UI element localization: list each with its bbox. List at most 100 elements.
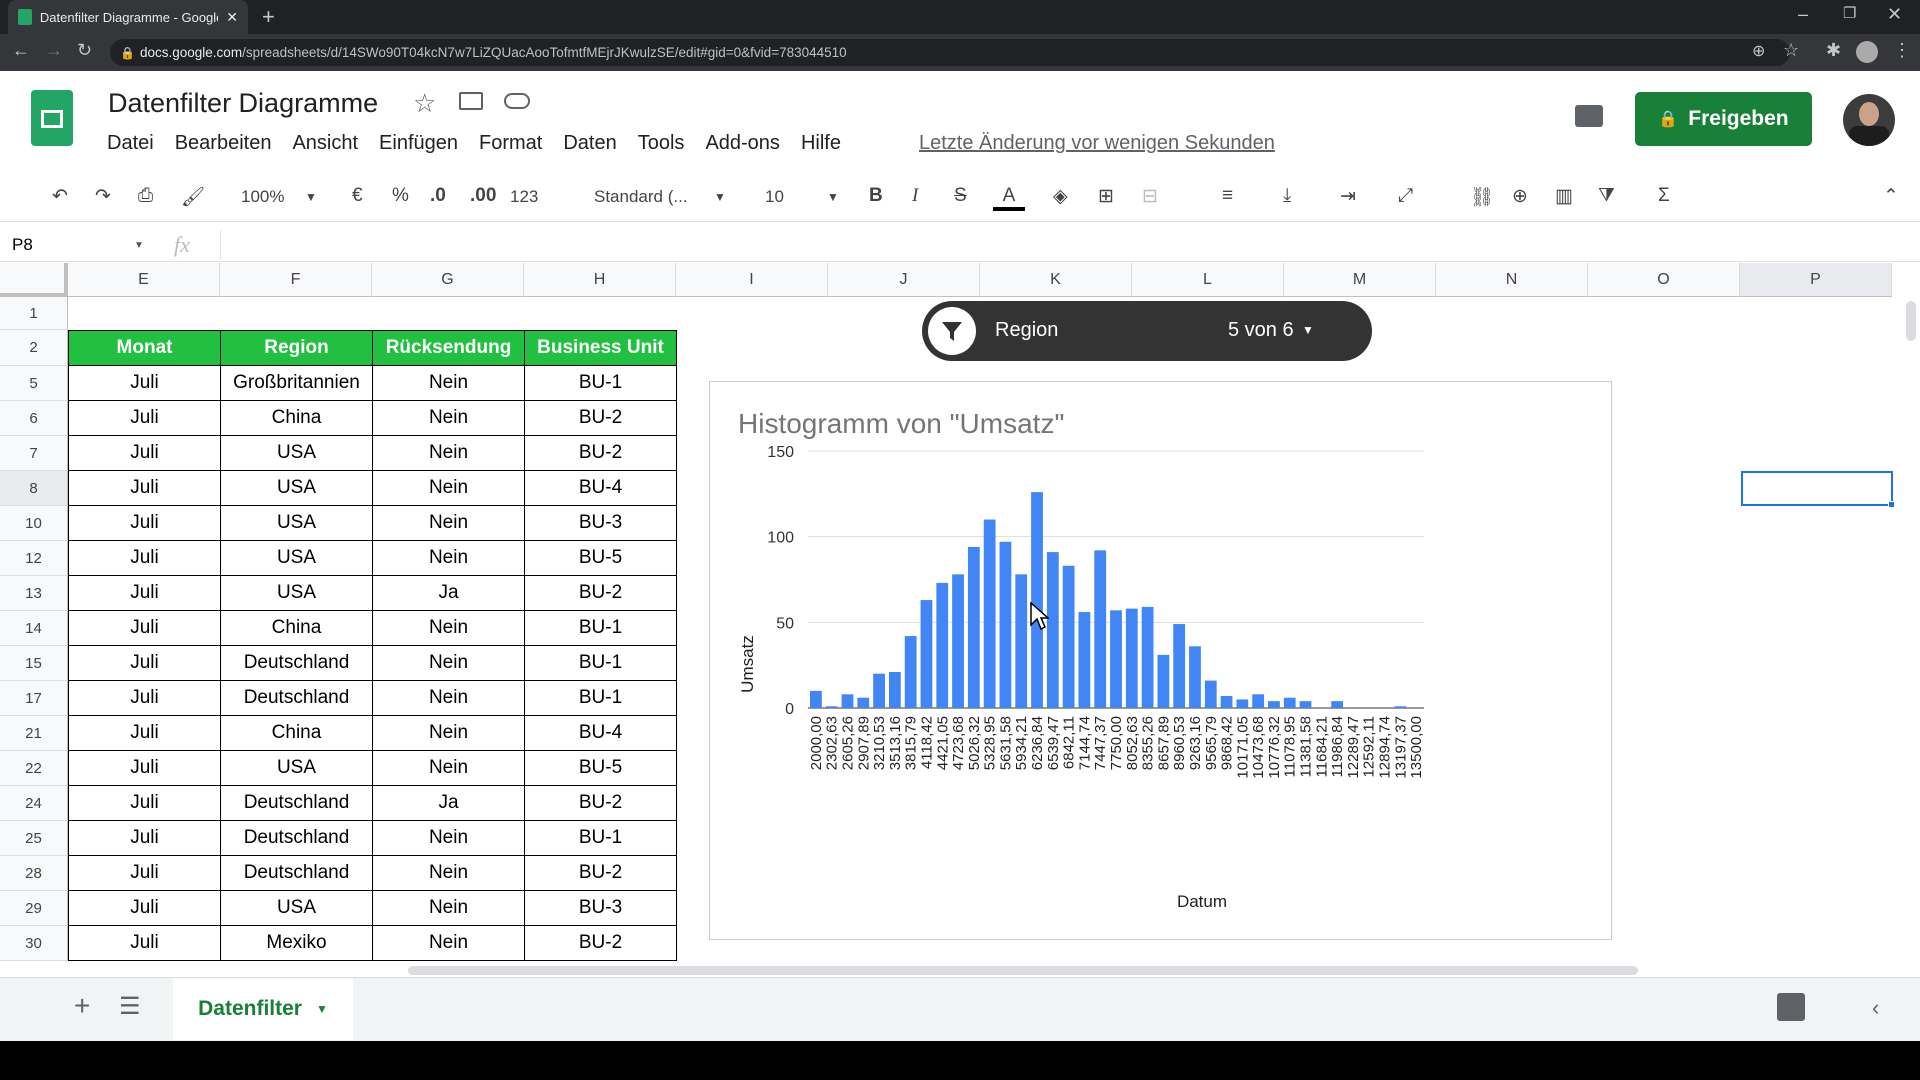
table-cell[interactable]: Nein (372, 540, 525, 576)
all-sheets-icon[interactable]: ☰ (119, 992, 141, 1021)
chart-bar[interactable] (936, 582, 949, 708)
chart-bar[interactable] (1220, 696, 1233, 708)
table-cell[interactable]: Juli (68, 645, 221, 681)
decrease-decimal-button[interactable]: .0 (430, 185, 446, 207)
table-cell[interactable]: Deutschland (220, 785, 373, 821)
table-cell[interactable]: BU-3 (524, 890, 677, 926)
table-cell[interactable]: Nein (372, 400, 525, 436)
table-cell[interactable]: Deutschland (220, 680, 373, 716)
chart-bar[interactable] (1015, 574, 1028, 708)
more-formats-button[interactable]: 123 (510, 187, 538, 207)
table-cell[interactable]: USA (220, 435, 373, 471)
table-cell[interactable]: BU-2 (524, 435, 677, 471)
table-cell[interactable]: Nein (372, 925, 525, 961)
table-cell[interactable]: BU-1 (524, 645, 677, 681)
table-cell[interactable]: USA (220, 470, 373, 506)
borders-icon[interactable]: ⊞ (1098, 185, 1114, 208)
header-ruecksendung[interactable]: Rücksendung (372, 330, 525, 366)
italic-icon[interactable]: I (912, 185, 918, 207)
table-cell[interactable]: Nein (372, 365, 525, 401)
chart-bar[interactable] (1204, 680, 1217, 708)
column-header-p[interactable]: P (1740, 263, 1892, 297)
forward-icon[interactable]: → (45, 40, 63, 61)
chart-bar[interactable] (825, 706, 838, 708)
column-header-i[interactable]: I (676, 263, 828, 297)
redo-icon[interactable]: ↷ (95, 185, 111, 208)
table-cell[interactable]: BU-3 (524, 505, 677, 541)
chart-bar[interactable] (1078, 612, 1091, 708)
table-cell[interactable]: Juli (68, 575, 221, 611)
zoom-icon[interactable]: ⊕ (1752, 41, 1765, 61)
align-vertical-icon[interactable]: ⤓ (1283, 185, 1291, 207)
table-cell[interactable]: USA (220, 575, 373, 611)
last-change-link[interactable]: Letzte Änderung vor wenigen Sekunden (919, 132, 1275, 155)
table-cell[interactable]: Juli (68, 680, 221, 716)
column-header-m[interactable]: M (1284, 263, 1436, 297)
table-cell[interactable]: BU-1 (524, 820, 677, 856)
table-cell[interactable]: Nein (372, 820, 525, 856)
table-cell[interactable]: BU-2 (524, 400, 677, 436)
table-cell[interactable]: Deutschland (220, 855, 373, 891)
collapse-toolbar-icon[interactable]: ⌃ (1883, 185, 1899, 208)
histogram-chart[interactable]: Histogramm von "Umsatz" Umsatz Datum 0 50… (709, 381, 1612, 940)
table-cell[interactable]: Juli (68, 400, 221, 436)
horizontal-scrollbar[interactable] (68, 962, 1902, 978)
chart-bar[interactable] (1268, 701, 1280, 708)
menu-format[interactable]: Format (479, 132, 542, 155)
table-cell[interactable]: Nein (372, 750, 525, 786)
table-cell[interactable]: Nein (372, 715, 525, 751)
row-header[interactable]: 10 (0, 506, 68, 541)
chart-bar[interactable] (1236, 699, 1249, 708)
chart-bar[interactable] (1110, 610, 1122, 708)
chart-bar[interactable] (1252, 694, 1265, 708)
table-cell[interactable]: BU-1 (524, 680, 677, 716)
column-header-n[interactable]: N (1436, 263, 1588, 297)
menu-ansicht[interactable]: Ansicht (292, 132, 358, 155)
table-cell[interactable]: Juli (68, 540, 221, 576)
table-cell[interactable]: Nein (372, 645, 525, 681)
menu-tools[interactable]: Tools (638, 132, 685, 155)
row-header[interactable]: 6 (0, 401, 68, 436)
collapse-side-panel-icon[interactable]: ‹ (1872, 995, 1879, 1021)
chart-bar[interactable] (983, 519, 996, 708)
window-close-icon[interactable]: ✕ (1887, 4, 1902, 25)
font-size-select[interactable]: 10 (765, 187, 784, 207)
table-cell[interactable]: China (220, 715, 373, 751)
comments-icon[interactable] (1575, 105, 1603, 127)
column-header-j[interactable]: J (828, 263, 980, 297)
text-rotate-icon[interactable]: ⤢ (1398, 185, 1413, 207)
table-cell[interactable]: USA (220, 890, 373, 926)
chart-bar[interactable] (967, 546, 980, 708)
table-cell[interactable]: BU-1 (524, 365, 677, 401)
column-header-h[interactable]: H (524, 263, 676, 297)
chart-bar[interactable] (1141, 606, 1154, 708)
document-title[interactable]: Datenfilter Diagramme (108, 88, 378, 119)
menu-bearbeiten[interactable]: Bearbeiten (175, 132, 272, 155)
row-header[interactable]: 13 (0, 576, 68, 611)
chart-bar[interactable] (1299, 701, 1312, 708)
column-header-g[interactable]: G (372, 263, 524, 297)
table-cell[interactable]: Deutschland (220, 820, 373, 856)
table-cell[interactable]: Nein (372, 470, 525, 506)
move-folder-icon[interactable] (459, 92, 483, 110)
table-cell[interactable]: Juli (68, 890, 221, 926)
table-cell[interactable]: Nein (372, 890, 525, 926)
row-header[interactable]: 30 (0, 926, 68, 961)
sheet-tab-datenfilter[interactable]: Datenfilter ▼ (173, 978, 353, 1040)
minimize-icon[interactable]: – (1798, 4, 1808, 25)
table-cell[interactable]: China (220, 610, 373, 646)
chart-bar[interactable] (857, 697, 870, 708)
bold-icon[interactable]: B (869, 185, 883, 207)
menu-einfuegen[interactable]: Einfügen (379, 132, 458, 155)
vertical-scrollbar[interactable] (1902, 297, 1920, 963)
table-cell[interactable]: BU-5 (524, 750, 677, 786)
chart-bar[interactable] (1094, 550, 1107, 708)
explore-icon[interactable] (1777, 993, 1805, 1021)
profile-avatar[interactable] (1856, 41, 1878, 63)
chart-bar[interactable] (1394, 706, 1407, 708)
menu-addons[interactable]: Add-ons (705, 132, 780, 155)
chart-bar[interactable] (904, 636, 917, 708)
close-icon[interactable]: ✕ (226, 9, 238, 26)
chart-bar[interactable] (810, 690, 822, 708)
insert-comment-icon[interactable]: ⊕ (1512, 185, 1528, 208)
